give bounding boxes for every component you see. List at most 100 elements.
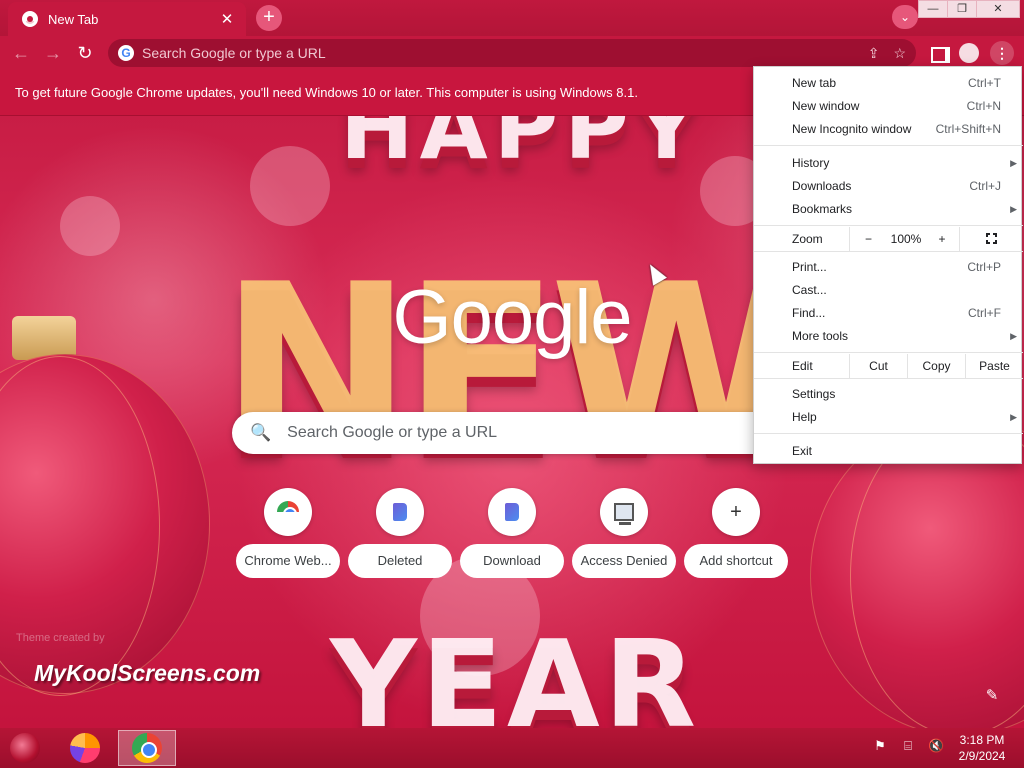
submenu-arrow-icon: ▶ xyxy=(1010,158,1017,168)
year-text: YEAR xyxy=(330,616,701,728)
forward-button[interactable]: → xyxy=(38,38,68,68)
window-close-button[interactable]: ✕ xyxy=(976,0,1020,18)
cut-button[interactable]: Cut xyxy=(849,354,907,378)
menu-zoom-row: Zoom − 100% + xyxy=(754,227,1023,251)
shortcut-label: Chrome Web... xyxy=(236,544,340,578)
shortcut-label: Access Denied xyxy=(572,544,676,578)
happy-text: HAPPY xyxy=(340,116,705,179)
menu-item-new-tab[interactable]: New tab Ctrl+T xyxy=(754,72,1023,95)
menu-separator xyxy=(754,352,1023,353)
computer-icon xyxy=(600,488,648,536)
submenu-arrow-icon: ▶ xyxy=(1010,412,1017,422)
taskbar-firefox[interactable] xyxy=(56,730,114,766)
zoom-level: 100% xyxy=(890,232,922,246)
windows-taskbar: ⚑ ⌸ 🔇 3:18 PM 2/9/2024 xyxy=(0,728,1024,768)
menu-separator xyxy=(754,225,1023,226)
new-tab-button[interactable]: + xyxy=(256,5,282,31)
menu-separator xyxy=(754,145,1023,146)
taskbar-chrome[interactable] xyxy=(118,730,176,766)
zoom-in-button[interactable]: + xyxy=(925,227,959,251)
menu-item-find[interactable]: Find... Ctrl+F xyxy=(754,302,1023,325)
menu-label: Downloads xyxy=(792,179,852,193)
minimize-button[interactable]: — xyxy=(918,0,948,18)
reload-button[interactable]: ↻ xyxy=(70,38,100,68)
plus-icon: + xyxy=(712,488,760,536)
volume-muted-icon[interactable]: 🔇 xyxy=(928,738,944,754)
menu-label: Bookmarks xyxy=(792,202,853,216)
customize-pencil-icon[interactable]: ✎ xyxy=(980,684,1004,708)
chrome-favicon-icon xyxy=(22,11,38,27)
paste-button[interactable]: Paste xyxy=(965,354,1023,378)
tab-new-tab[interactable]: New Tab ✕ xyxy=(8,2,246,36)
menu-edit-row: Edit Cut Copy Paste xyxy=(754,354,1023,378)
menu-item-print[interactable]: Print... Ctrl+P xyxy=(754,256,1023,279)
firefox-icon xyxy=(70,733,100,763)
back-button[interactable]: ← xyxy=(6,38,36,68)
shortcut-access-denied[interactable]: Access Denied xyxy=(572,488,676,580)
zoom-out-button[interactable]: − xyxy=(849,227,887,251)
fullscreen-icon xyxy=(985,232,999,246)
menu-label: Help xyxy=(792,410,817,424)
menu-label: Find... xyxy=(792,306,826,320)
start-button[interactable] xyxy=(10,733,40,763)
menu-shortcut: Ctrl+F xyxy=(968,306,1001,320)
tab-title: New Tab xyxy=(48,11,99,27)
google-icon: G xyxy=(118,45,134,61)
clock-time: 3:18 PM xyxy=(959,733,1005,747)
menu-item-bookmarks[interactable]: Bookmarks ▶ xyxy=(754,198,1023,221)
menu-item-help[interactable]: Help ▶ xyxy=(754,406,1023,429)
menu-label: Exit xyxy=(792,444,813,458)
shortcut-label: Download xyxy=(460,544,564,578)
menu-item-history[interactable]: History ▶ xyxy=(754,152,1023,175)
shortcut-download[interactable]: Download xyxy=(460,488,564,580)
bokeh-light xyxy=(60,196,120,256)
menu-separator xyxy=(754,251,1023,252)
share-icon[interactable]: ⇪ xyxy=(868,45,880,62)
bookmark-star-icon[interactable]: ☆ xyxy=(893,45,906,62)
close-icon[interactable]: ✕ xyxy=(218,10,236,28)
action-center-flag-icon[interactable]: ⚑ xyxy=(872,738,888,754)
fullscreen-button[interactable] xyxy=(959,227,1023,251)
omnibox[interactable]: G Search Google or type a URL ⇪ ☆ xyxy=(108,39,916,67)
watermark: MyKoolScreens.com xyxy=(34,660,261,686)
menu-shortcut: Ctrl+N xyxy=(966,99,1001,113)
shortcut-chrome-web-store[interactable]: Chrome Web... xyxy=(236,488,340,580)
menu-label: Settings xyxy=(792,387,836,401)
chrome-menu-button[interactable]: ⋮ xyxy=(990,41,1014,65)
menu-item-new-incognito-window[interactable]: New Incognito window Ctrl+Shift+N xyxy=(754,118,1023,141)
menu-item-settings[interactable]: Settings xyxy=(754,383,1023,406)
chrome-main-menu: New tab Ctrl+T New window Ctrl+N New Inc… xyxy=(753,66,1023,464)
menu-label: New tab xyxy=(792,76,837,90)
menu-separator xyxy=(754,378,1023,379)
ntp-search-box[interactable]: 🔍 Search Google or type a URL xyxy=(232,412,792,454)
menu-label: New Incognito window xyxy=(792,122,912,136)
infobar-message: To get future Google Chrome updates, you… xyxy=(15,85,638,100)
add-shortcut-button[interactable]: + Add shortcut xyxy=(684,488,788,580)
network-icon[interactable]: ⌸ xyxy=(900,738,916,754)
restore-button[interactable]: ❐ xyxy=(947,0,977,18)
theme-credit[interactable]: Theme created by xyxy=(16,632,105,644)
taskbar-clock[interactable]: 3:18 PM 2/9/2024 xyxy=(950,732,1014,764)
profile-avatar-icon[interactable] xyxy=(957,41,981,65)
search-icon: 🔍 xyxy=(250,423,272,442)
ntp-search-placeholder: Search Google or type a URL xyxy=(287,424,498,441)
tab-strip: New Tab ✕ + ⌄ — ❐ ✕ xyxy=(0,0,1024,36)
google-logo: Google xyxy=(392,275,632,360)
side-panel-icon[interactable] xyxy=(925,41,949,65)
menu-item-downloads[interactable]: Downloads Ctrl+J xyxy=(754,175,1023,198)
menu-separator xyxy=(754,433,1023,434)
edit-label: Edit xyxy=(792,359,813,373)
menu-item-cast[interactable]: Cast... xyxy=(754,279,1023,302)
system-tray: ⚑ ⌸ 🔇 xyxy=(872,738,944,754)
menu-item-more-tools[interactable]: More tools ▶ xyxy=(754,325,1023,348)
menu-shortcut: Ctrl+T xyxy=(968,76,1001,90)
submenu-arrow-icon: ▶ xyxy=(1010,204,1017,214)
menu-label: New window xyxy=(792,99,860,113)
copy-button[interactable]: Copy xyxy=(907,354,965,378)
shortcut-label: Add shortcut xyxy=(684,544,788,578)
menu-item-new-window[interactable]: New window Ctrl+N xyxy=(754,95,1023,118)
menu-shortcut: Ctrl+Shift+N xyxy=(935,122,1001,136)
shortcut-deleted[interactable]: Deleted xyxy=(348,488,452,580)
menu-item-exit[interactable]: Exit xyxy=(754,440,1023,463)
tab-search-button[interactable]: ⌄ xyxy=(892,5,918,29)
